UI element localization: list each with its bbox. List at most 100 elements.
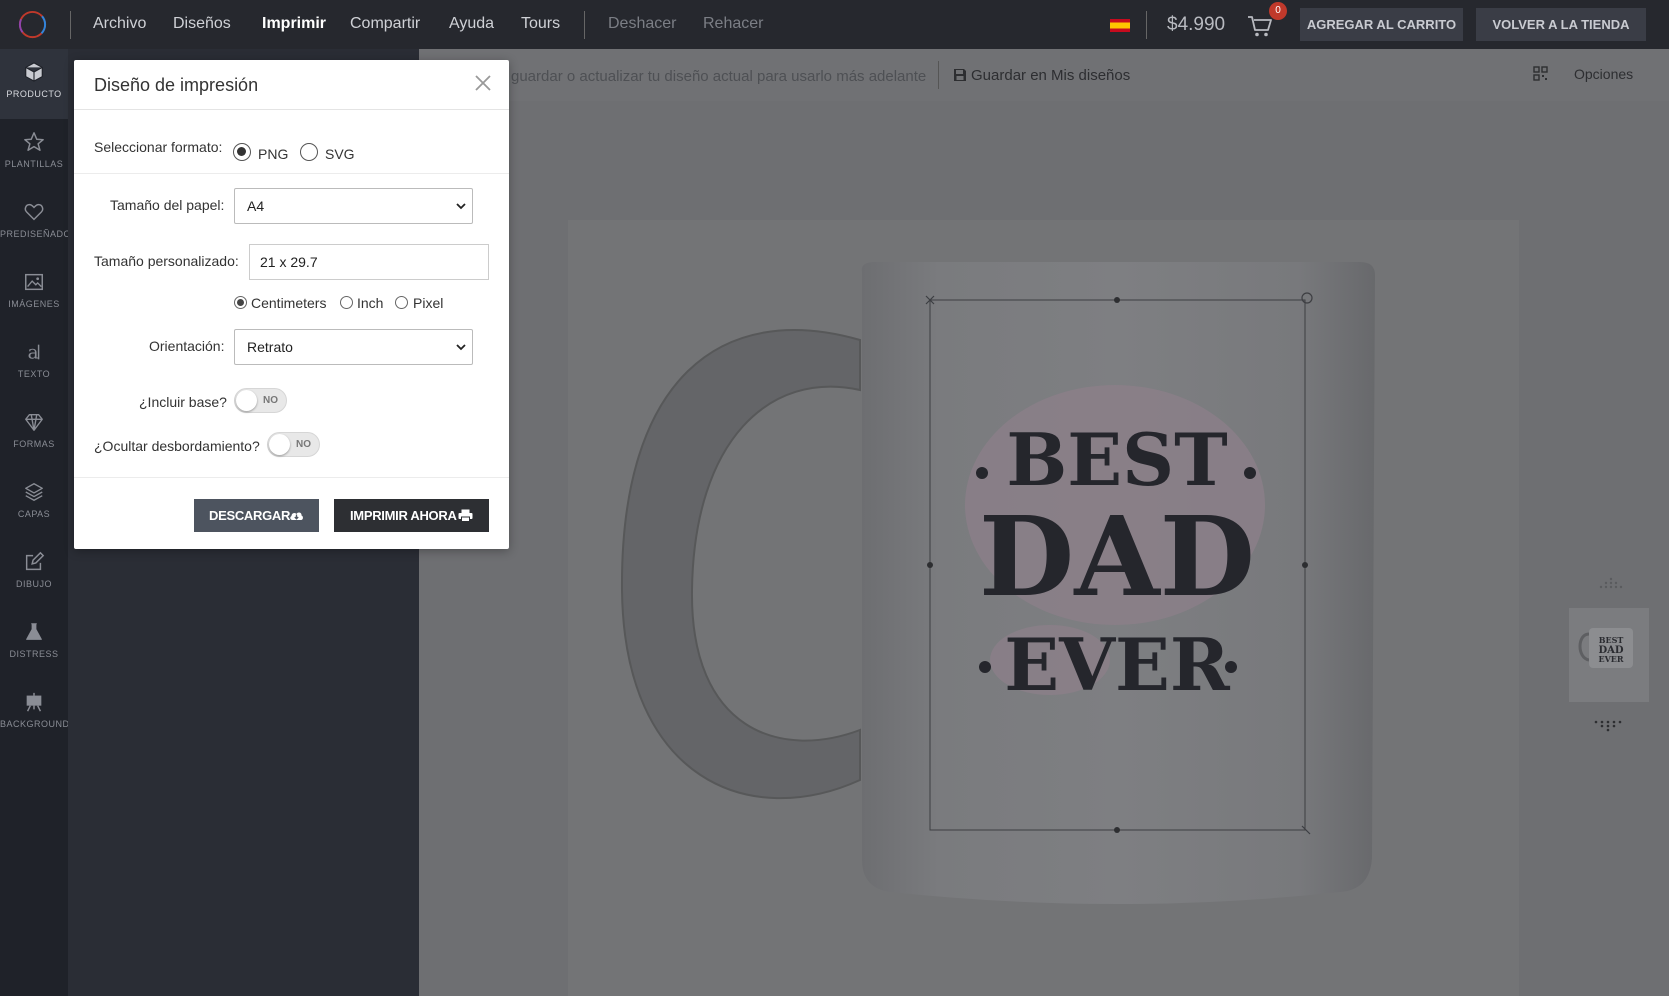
unit-inch-label: Inch <box>357 295 384 311</box>
toggle-knob <box>236 390 257 411</box>
custom-size-value: 21 x 29.7 <box>260 254 318 270</box>
sidebar-item-capas[interactable]: CAPAS <box>0 469 68 539</box>
paper-size-select[interactable]: A4 <box>234 188 473 224</box>
download-button-label: DESCARGAR <box>209 508 291 523</box>
sidebar-item-texto[interactable]: a TEXTO <box>0 329 68 399</box>
design-text-ever[interactable]: EVER <box>1004 622 1231 707</box>
menu-ayuda[interactable]: Ayuda <box>449 15 494 33</box>
menu-imprimir[interactable]: Imprimir <box>262 15 326 33</box>
menu-compartir[interactable]: Compartir <box>350 15 420 33</box>
sidebar-item-predisenado[interactable]: PREDISEÑADO <box>0 189 68 259</box>
sidebar-item-label: IMÁGENES <box>8 299 60 309</box>
sidebar-item-label: DIBUJO <box>15 579 52 589</box>
format-svg-radio[interactable] <box>300 143 318 161</box>
flask-icon <box>26 623 42 640</box>
sidebar-item-label: CAPAS <box>17 509 51 519</box>
thumbnail-scroll-up-icon[interactable] <box>1593 577 1625 589</box>
include-base-state: NO <box>263 395 278 406</box>
sidebar-item-label: DISTRESS <box>9 649 59 659</box>
custom-size-input[interactable]: 21 x 29.7 <box>249 244 489 280</box>
tool-sidebar: PRODUCTO PLANTILLAS PREDISEÑADO IMÁGENES… <box>0 49 68 996</box>
spain-flag-icon[interactable] <box>1110 19 1130 32</box>
format-png-radio[interactable] <box>233 143 251 161</box>
sidebar-item-label: PLANTILLAS <box>4 159 64 169</box>
cube-icon <box>25 62 43 82</box>
top-menu-bar: Archivo Diseños Imprimir Compartir Ayuda… <box>0 0 1669 49</box>
paper-size-label: Tamaño del papel: <box>110 197 225 213</box>
printer-icon <box>458 509 473 522</box>
svg-text:BEST: BEST <box>1599 635 1624 645</box>
menu-divider <box>1146 11 1147 39</box>
options-button[interactable]: Opciones <box>1574 66 1633 82</box>
orientation-value: Retrato <box>247 339 293 355</box>
info-bar-divider <box>938 61 939 89</box>
cart-count-badge: 0 <box>1269 2 1287 20</box>
menu-tours[interactable]: Tours <box>521 15 560 33</box>
save-to-my-designs-button[interactable]: Guardar en Mis diseños <box>953 67 1130 84</box>
cloud-download-icon <box>290 512 303 520</box>
unit-pixel-radio[interactable] <box>395 296 408 309</box>
sidebar-item-distress[interactable]: DISTRESS <box>0 609 68 679</box>
sidebar-item-label: FORMAS <box>13 439 55 449</box>
row-divider <box>74 477 509 478</box>
product-view-thumbnail[interactable]: BEST DAD EVER <box>1569 608 1649 702</box>
sidebar-item-dibujo[interactable]: DIBUJO <box>0 539 68 609</box>
include-base-toggle[interactable]: NO <box>234 388 287 413</box>
add-to-cart-button[interactable]: AGREGAR AL CARRITO <box>1300 8 1463 41</box>
svg-text:EVER: EVER <box>1598 654 1623 664</box>
format-svg-label: SVG <box>325 146 355 162</box>
cart-icon[interactable] <box>1247 14 1273 38</box>
undo-button[interactable]: Deshacer <box>608 15 676 33</box>
hide-overflow-state: NO <box>296 439 311 450</box>
layers-icon <box>25 483 43 501</box>
orientation-select[interactable]: Retrato <box>234 329 473 365</box>
sidebar-item-label: BACKGROUND <box>0 719 68 729</box>
qr-code-icon[interactable] <box>1533 66 1548 81</box>
design-text-dad[interactable]: DAD <box>979 492 1255 621</box>
unit-inch-radio[interactable] <box>340 296 353 309</box>
print-now-button[interactable]: IMPRIMIR AHORA <box>334 499 489 532</box>
diamond-icon <box>25 413 43 431</box>
row-divider <box>74 173 509 174</box>
easel-icon <box>26 692 42 712</box>
app-logo-icon[interactable] <box>17 9 48 40</box>
menu-archivo[interactable]: Archivo <box>93 15 146 33</box>
chevron-down-icon <box>456 344 466 351</box>
unit-pixel-label: Pixel <box>413 295 444 311</box>
dialog-title: Diseño de impresión <box>94 75 259 95</box>
menu-divider <box>584 11 585 39</box>
design-text-best[interactable]: BEST <box>1006 417 1227 502</box>
save-hint-text: guardar o actualizar tu diseño actual pa… <box>511 68 927 85</box>
sidebar-item-label: PREDISEÑADO <box>0 229 68 239</box>
sidebar-item-imagenes[interactable]: IMÁGENES <box>0 259 68 329</box>
hide-overflow-label: ¿Ocultar desbordamiento? <box>94 438 260 454</box>
sidebar-item-formas[interactable]: FORMAS <box>0 399 68 469</box>
mug-product-image[interactable]: BEST DAD EVER <box>600 260 1400 920</box>
close-icon[interactable] <box>474 74 492 92</box>
text-icon: a <box>28 342 40 363</box>
menu-divider <box>70 11 71 39</box>
thumbnail-scroll-down-icon[interactable] <box>1593 720 1625 732</box>
menu-disenos[interactable]: Diseños <box>173 15 231 33</box>
sidebar-item-background[interactable]: BACKGROUND <box>0 679 68 749</box>
image-icon <box>25 273 43 291</box>
redo-button[interactable]: Rehacer <box>703 15 763 33</box>
chevron-down-icon <box>456 203 466 210</box>
dialog-header: Diseño de impresión <box>74 60 509 110</box>
svg-text:a: a <box>28 342 39 363</box>
heart-icon <box>24 203 44 221</box>
format-png-label: PNG <box>258 146 289 162</box>
orientation-label: Orientación: <box>149 338 225 354</box>
toggle-knob <box>269 434 290 455</box>
paper-size-value: A4 <box>247 198 265 214</box>
unit-centimeters-radio[interactable] <box>234 296 247 309</box>
sidebar-item-producto[interactable]: PRODUCTO <box>0 49 68 119</box>
edit-icon <box>25 551 45 571</box>
custom-size-label: Tamaño personalizado: <box>94 253 239 269</box>
back-to-store-button[interactable]: VOLVER A LA TIENDA <box>1476 8 1646 41</box>
hide-overflow-toggle[interactable]: NO <box>267 432 320 457</box>
sidebar-item-label: PRODUCTO <box>6 89 62 99</box>
download-button[interactable]: DESCARGAR <box>194 499 319 532</box>
product-price: $4.990 <box>1167 14 1226 35</box>
sidebar-item-plantillas[interactable]: PLANTILLAS <box>0 119 68 189</box>
